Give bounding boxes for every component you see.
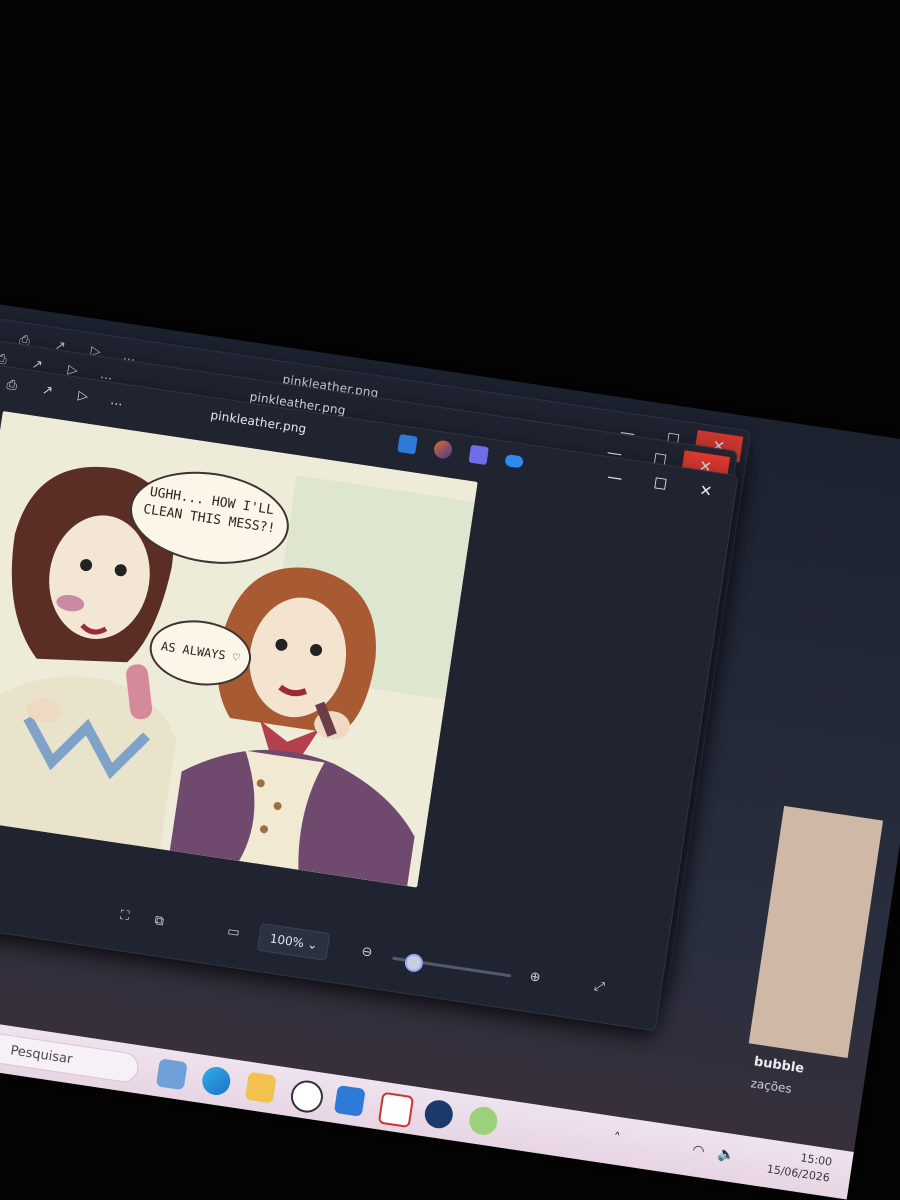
window-title: pinkleather.png [209, 407, 308, 437]
taskbar-clock[interactable]: 15:00 15/06/2026 [766, 1146, 833, 1187]
edge-icon[interactable] [432, 439, 454, 460]
zoom-in-icon[interactable]: ⊕ [525, 968, 545, 988]
steam-icon[interactable] [422, 1098, 455, 1131]
expand-icon[interactable]: ⤢ [589, 977, 609, 997]
clipchamp-icon[interactable] [468, 444, 489, 466]
zoom-level-value: 100% [268, 931, 305, 951]
zoom-out-icon[interactable]: ⊖ [357, 943, 377, 963]
comic-image: UGHH... HOW I'LL CLEAN THIS MESS?! AS AL… [0, 411, 478, 888]
volume-icon[interactable]: 🔈 [717, 1146, 737, 1164]
maximize-button[interactable]: ☐ [636, 468, 685, 501]
speech-bubble-1-text: UGHH... HOW I'LL CLEAN THIS MESS?! [142, 484, 277, 537]
fullscreen-view-icon[interactable]: ▭ [223, 923, 243, 943]
zoom-slider[interactable] [392, 952, 512, 978]
fit-to-window-icon[interactable]: ⛶ [114, 906, 134, 926]
monitor-screen: ⎙ ↗ ▷ ... pinkleather.png — ☐ ✕ ⎙ ↗ ▷ ..… [0, 300, 900, 1200]
zoom-level-dropdown[interactable]: 100% ⌄ [256, 922, 331, 961]
photo-of-monitor: ⎙ ↗ ▷ ... pinkleather.png — ☐ ✕ ⎙ ↗ ▷ ..… [0, 0, 900, 1200]
app-icon-3[interactable] [467, 1104, 500, 1137]
crop-icon[interactable]: ⧉ [149, 912, 169, 932]
app-icon-2[interactable] [377, 1091, 415, 1129]
slideshow-icon[interactable]: ▷ [73, 387, 93, 407]
close-button[interactable]: ✕ [681, 475, 730, 508]
file-explorer-icon[interactable] [244, 1071, 277, 1104]
photos-taskbar-icon[interactable] [333, 1085, 366, 1117]
minimize-button[interactable]: — [590, 461, 639, 494]
speech-bubble-2-text: AS ALWAYS ♡ [160, 639, 241, 665]
print-icon[interactable]: ⎙ [1, 376, 21, 396]
zoom-slider-thumb[interactable] [403, 952, 424, 974]
tray-chevron-icon[interactable]: ˄ [612, 1130, 621, 1147]
photos-window-main[interactable]: ⎙ ↗ ▷ ... pinkleather.png — ☐ ✕ UGHH... … [0, 362, 739, 1032]
app-icon-1[interactable] [288, 1078, 326, 1115]
share-icon[interactable]: ↗ [37, 381, 57, 401]
photos-app-icon[interactable] [397, 434, 418, 455]
more-icon[interactable]: ... [106, 392, 126, 412]
search-placeholder: Pesquisar [9, 1043, 74, 1068]
edge-taskbar-icon[interactable] [200, 1065, 233, 1097]
wifi-icon[interactable]: ◠ [691, 1142, 705, 1160]
widgets-icon[interactable] [155, 1058, 188, 1091]
onedrive-icon[interactable] [504, 453, 524, 469]
